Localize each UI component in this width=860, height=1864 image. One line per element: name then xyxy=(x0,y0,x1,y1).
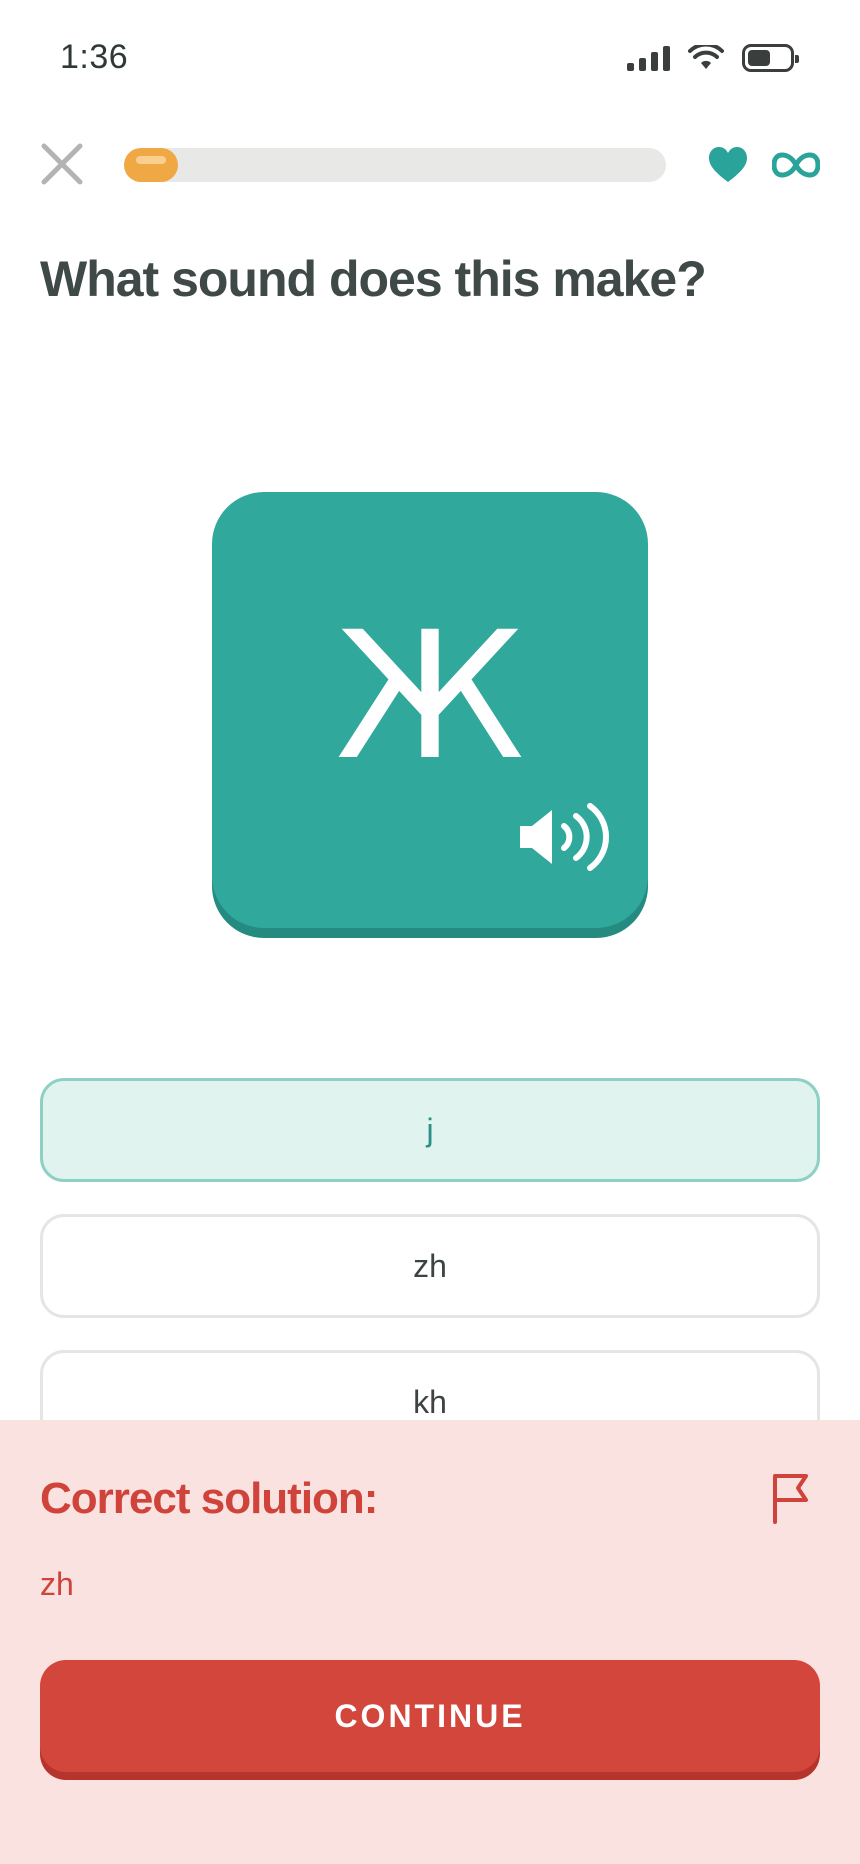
cellular-signal-icon xyxy=(627,45,670,71)
feedback-title: Correct solution: xyxy=(40,1474,378,1523)
heart-icon[interactable] xyxy=(708,146,748,184)
feedback-panel: Correct solution: zh CONTINUE xyxy=(0,1420,860,1864)
answer-option-1[interactable]: j xyxy=(40,1078,820,1182)
progress-shine xyxy=(136,156,167,164)
answer-option-2[interactable]: zh xyxy=(40,1214,820,1318)
status-time: 1:36 xyxy=(60,38,129,76)
speaker-icon[interactable] xyxy=(518,802,610,872)
progress-bar xyxy=(124,148,666,182)
status-icons xyxy=(627,44,799,72)
battery-icon xyxy=(742,44,799,72)
progress-fill xyxy=(124,148,179,182)
status-bar: 1:36 xyxy=(0,0,860,120)
close-icon[interactable] xyxy=(40,142,84,186)
wifi-icon xyxy=(688,45,724,69)
continue-button[interactable]: CONTINUE xyxy=(40,1660,820,1772)
flag-icon[interactable] xyxy=(770,1472,810,1524)
infinity-icon xyxy=(772,152,820,178)
solution-text: zh xyxy=(40,1566,74,1602)
letter-card[interactable]: Ж xyxy=(212,492,648,928)
prompt-title: What sound does this make? xyxy=(40,251,707,307)
